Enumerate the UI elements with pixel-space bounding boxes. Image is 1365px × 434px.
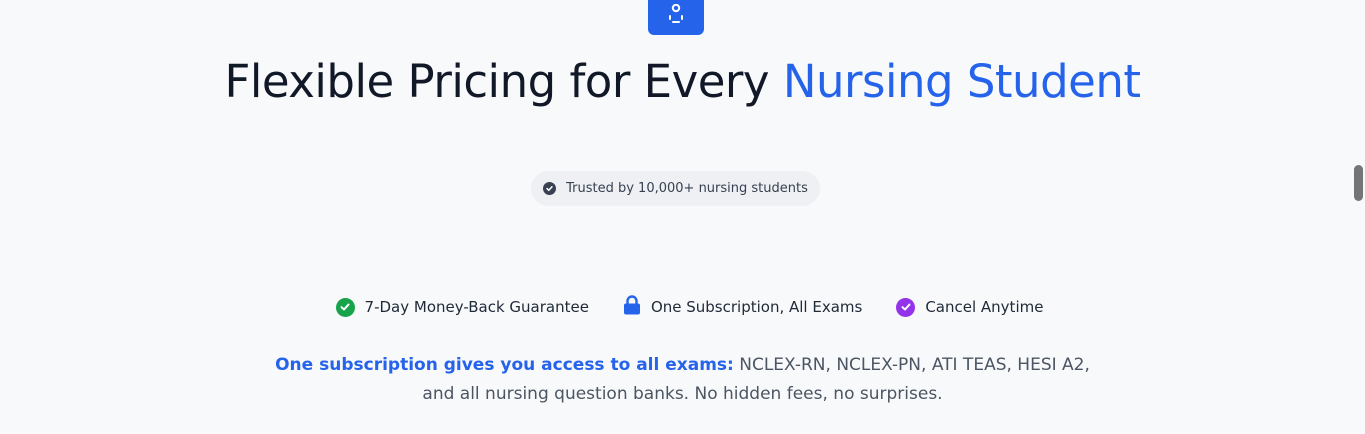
description-line2: and all nursing question banks. No hidde… <box>422 384 943 404</box>
title-accent: Nursing Student <box>782 55 1141 108</box>
green-check-icon <box>335 297 355 317</box>
pricing-description: One subscription gives you access to all… <box>0 351 1365 409</box>
description-lead: One subscription gives you access to all… <box>275 355 734 375</box>
trust-badge: Trusted by 10,000+ nursing students <box>531 171 820 206</box>
page-title: Flexible Pricing for Every Nursing Stude… <box>0 57 1365 106</box>
feature-one-subscription: One Subscription, All Exams <box>623 295 863 319</box>
feature-cancel-anytime: Cancel Anytime <box>896 296 1043 318</box>
feature-list: 7-Day Money-Back Guarantee One Subscript… <box>0 295 1365 319</box>
stethoscope-icon <box>667 4 685 26</box>
stethoscope-logo <box>648 0 704 35</box>
lock-icon <box>623 295 641 319</box>
feature-label: Cancel Anytime <box>925 298 1044 316</box>
title-text: Flexible Pricing for Every <box>224 55 783 108</box>
feature-label: 7-Day Money-Back Guarantee <box>364 298 589 316</box>
feature-money-back: 7-Day Money-Back Guarantee <box>335 296 589 318</box>
page-scrollbar[interactable] <box>1354 165 1363 201</box>
pricing-hero: Flexible Pricing for Every Nursing Stude… <box>0 0 1365 434</box>
check-circle-icon <box>543 182 557 195</box>
feature-label: One Subscription, All Exams <box>650 298 863 316</box>
description-exams: NCLEX-RN, NCLEX-PN, ATI TEAS, HESI A2, <box>733 355 1090 375</box>
purple-check-icon <box>896 297 916 317</box>
trust-badge-text: Trusted by 10,000+ nursing students <box>566 181 808 196</box>
